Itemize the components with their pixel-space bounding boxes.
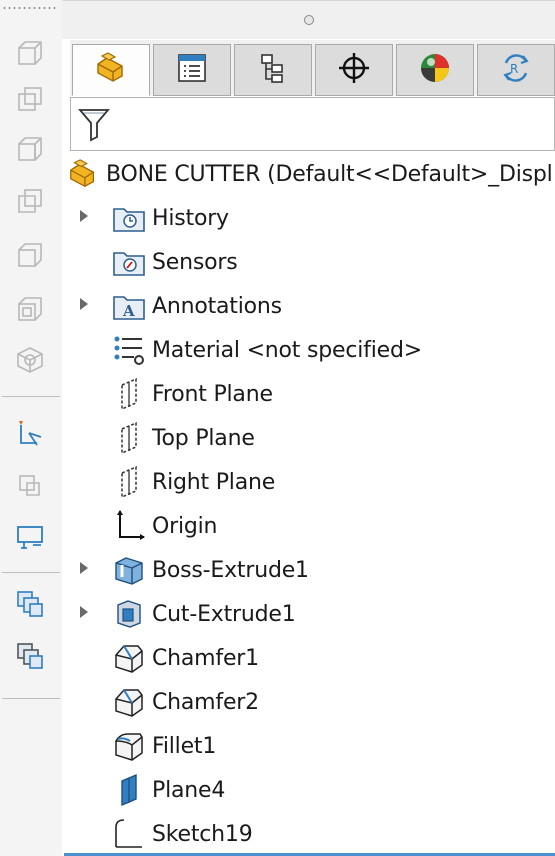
expand-arrow[interactable] — [80, 606, 88, 618]
tab-featuremanager[interactable] — [72, 44, 150, 96]
toolbar-separator — [2, 396, 60, 397]
tree-item-fillet1[interactable]: Fillet1 — [112, 724, 216, 768]
tree-item-material[interactable]: Material <not specified> — [112, 328, 422, 372]
tree-item-cut-extrude1[interactable]: Cut-Extrude1 — [112, 592, 296, 636]
tab-cam[interactable]: R — [477, 44, 555, 96]
sketch-icon — [112, 817, 146, 851]
history-folder-icon — [112, 201, 146, 235]
origin-icon — [112, 509, 146, 543]
single-view-icon[interactable] — [10, 466, 50, 506]
front-view-icon[interactable] — [10, 34, 50, 74]
plane-icon — [112, 421, 146, 455]
boss-extrude-icon — [112, 553, 146, 587]
splitter-handle[interactable] — [304, 15, 314, 25]
tab-dimxpertmanager[interactable] — [315, 44, 393, 96]
tab-propertymanager[interactable] — [153, 44, 231, 96]
view-toolbar — [0, 0, 62, 856]
propertymanager-tab-icon — [175, 51, 209, 89]
isometric-view-icon[interactable] — [10, 340, 50, 380]
tree-item-top-plane[interactable]: Top Plane — [112, 416, 255, 460]
plane-icon — [112, 377, 146, 411]
expand-arrow[interactable] — [80, 210, 88, 222]
right-view-icon[interactable] — [10, 182, 50, 222]
plane-icon — [112, 465, 146, 499]
bottom-view-icon[interactable] — [10, 290, 50, 330]
material-icon — [112, 333, 146, 367]
tab-displaymanager[interactable] — [396, 44, 474, 96]
tree-item-annotations[interactable]: A Annotations — [112, 284, 282, 328]
chamfer-icon — [112, 641, 146, 675]
sensors-folder-icon — [112, 245, 146, 279]
toolbar-grip[interactable] — [2, 6, 58, 10]
annotations-folder-icon: A — [112, 289, 146, 323]
displaymanager-tab-icon — [417, 50, 453, 90]
expand-arrow[interactable] — [80, 562, 88, 574]
filter-icon[interactable] — [77, 106, 111, 146]
tab-configurationmanager[interactable] — [234, 44, 312, 96]
tree-filter-bar[interactable] — [70, 97, 555, 151]
fillet-icon — [112, 729, 146, 763]
tree-item-front-plane[interactable]: Front Plane — [112, 372, 273, 416]
solid-plane-icon — [112, 773, 146, 807]
tree-item-chamfer2[interactable]: Chamfer2 — [112, 680, 259, 724]
toolbar-separator — [2, 572, 60, 573]
two-view-vertical-icon[interactable] — [10, 636, 50, 676]
tree-item-right-plane[interactable]: Right Plane — [112, 460, 275, 504]
tree-item-history[interactable]: History — [112, 196, 229, 240]
back-view-icon[interactable] — [10, 80, 50, 120]
expand-arrow[interactable] — [80, 298, 88, 310]
two-view-horizontal-icon[interactable] — [10, 584, 50, 624]
tree-item-sensors[interactable]: Sensors — [112, 240, 238, 284]
svg-text:R: R — [510, 62, 518, 76]
tree-item-chamfer1[interactable]: Chamfer1 — [112, 636, 259, 680]
featuremanager-tab-icon — [93, 50, 129, 90]
panel-top-strip — [62, 0, 555, 39]
tree-item-origin[interactable]: Origin — [112, 504, 217, 548]
manager-tabs: R — [70, 40, 555, 96]
left-view-icon[interactable] — [10, 130, 50, 170]
view-selector-icon[interactable] — [10, 518, 50, 558]
chamfer-icon — [112, 685, 146, 719]
tree-item-boss-extrude1[interactable]: Boss-Extrude1 — [112, 548, 309, 592]
top-view-icon[interactable] — [10, 236, 50, 276]
svg-text:A: A — [122, 302, 135, 320]
tree-root-part[interactable]: BONE CUTTER (Default<<Default>_Displ — [66, 152, 553, 196]
tree-item-sketch19[interactable]: Sketch19 — [112, 812, 253, 856]
toolbar-separator — [2, 698, 60, 699]
part-icon — [66, 157, 100, 191]
tree-root-label: BONE CUTTER (Default<<Default>_Displ — [106, 161, 553, 187]
cut-extrude-icon — [112, 597, 146, 631]
dimxpertmanager-tab-icon — [337, 51, 371, 89]
configurationmanager-tab-icon — [256, 51, 290, 89]
normal-to-icon[interactable] — [10, 414, 50, 454]
cam-tab-icon: R — [499, 51, 533, 89]
tree-item-plane4[interactable]: Plane4 — [112, 768, 225, 812]
